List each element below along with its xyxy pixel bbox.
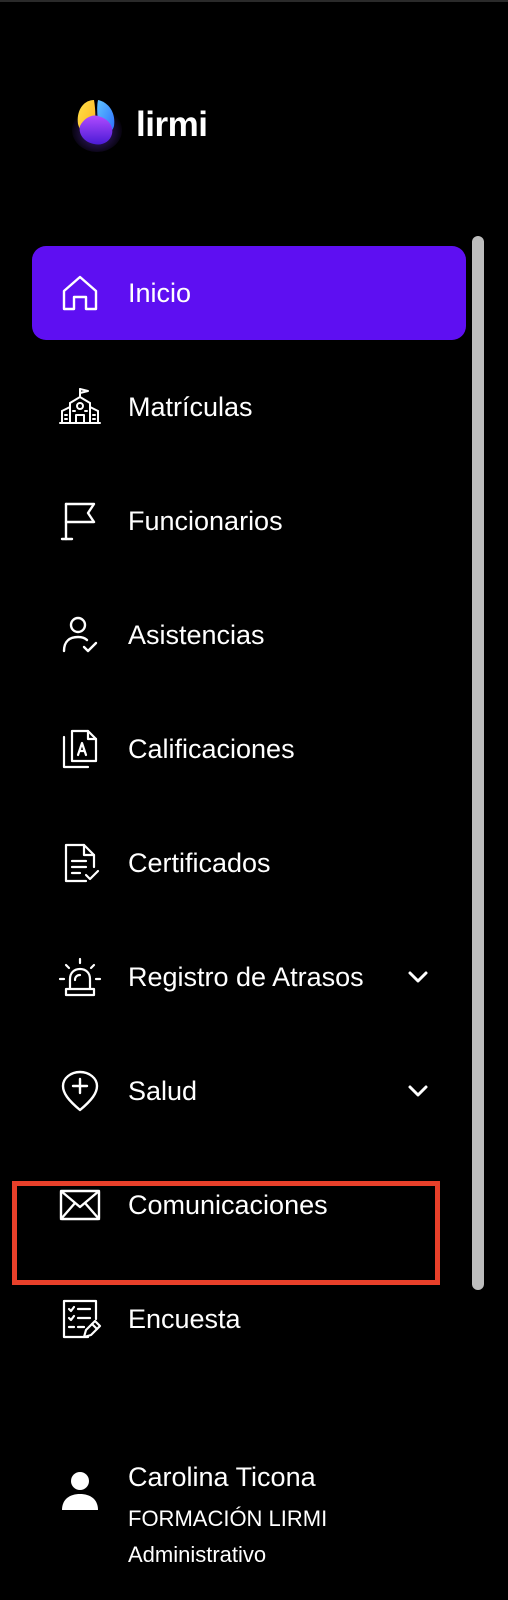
user-profile[interactable]: Carolina Ticona FORMACIÓN LIRMI Administ… [58, 1460, 478, 1580]
school-building-icon [58, 385, 102, 429]
brand-name: lirmi [136, 104, 208, 144]
sidebar-item-funcionarios[interactable]: Funcionarios [32, 474, 466, 568]
sidebar-item-certificados[interactable]: Certificados [32, 816, 466, 910]
user-name: Carolina Ticona [128, 1462, 316, 1492]
mail-icon [58, 1183, 102, 1227]
sidebar-item-label: Comunicaciones [128, 1189, 328, 1220]
user-avatar-icon [58, 1468, 102, 1512]
sidebar-item-label: Matrículas [128, 391, 253, 422]
flag-icon [58, 499, 102, 543]
user-check-icon [58, 613, 102, 657]
sidebar-item-asistencias[interactable]: Asistencias [32, 588, 466, 682]
alarm-siren-icon [58, 955, 102, 999]
sidebar-item-label: Certificados [128, 847, 271, 878]
sidebar-item-inicio[interactable]: Inicio [32, 246, 466, 340]
sidebar-item-label: Asistencias [128, 619, 265, 650]
chevron-down-icon[interactable] [404, 963, 432, 991]
sidebar-item-label: Registro de Atrasos [128, 961, 364, 992]
lirmi-logo-icon [72, 100, 122, 152]
sidebar-item-matriculas[interactable]: Matrículas [32, 360, 466, 454]
sidebar-item-label: Funcionarios [128, 505, 283, 536]
grade-document-icon [58, 727, 102, 771]
survey-icon [58, 1297, 102, 1341]
sidebar-item-registro-de-atrasos[interactable]: Registro de Atrasos [32, 930, 466, 1024]
sidebar-item-label: Calificaciones [128, 733, 295, 764]
user-organization: FORMACIÓN LIRMI [128, 1506, 328, 1531]
sidebar-item-salud[interactable]: Salud [32, 1044, 466, 1138]
sidebar-item-calificaciones[interactable]: Calificaciones [32, 702, 466, 796]
brand[interactable]: lirmi [72, 96, 208, 152]
home-icon [58, 271, 102, 315]
certificate-document-icon [58, 841, 102, 885]
health-pin-icon [58, 1069, 102, 1113]
user-role: Administrativo [128, 1542, 267, 1567]
sidebar-scrollbar[interactable] [472, 236, 484, 1290]
sidebar-item-encuesta[interactable]: Encuesta [32, 1272, 466, 1366]
sidebar-item-comunicaciones[interactable]: Comunicaciones [32, 1158, 466, 1252]
sidebar-scrollbar-thumb[interactable] [472, 236, 484, 1290]
sidebar-item-label: Salud [128, 1075, 198, 1106]
top-divider [0, 0, 508, 2]
sidebar-item-label: Inicio [128, 277, 192, 308]
chevron-down-icon[interactable] [404, 1077, 432, 1105]
sidebar-item-label: Encuesta [128, 1303, 241, 1334]
